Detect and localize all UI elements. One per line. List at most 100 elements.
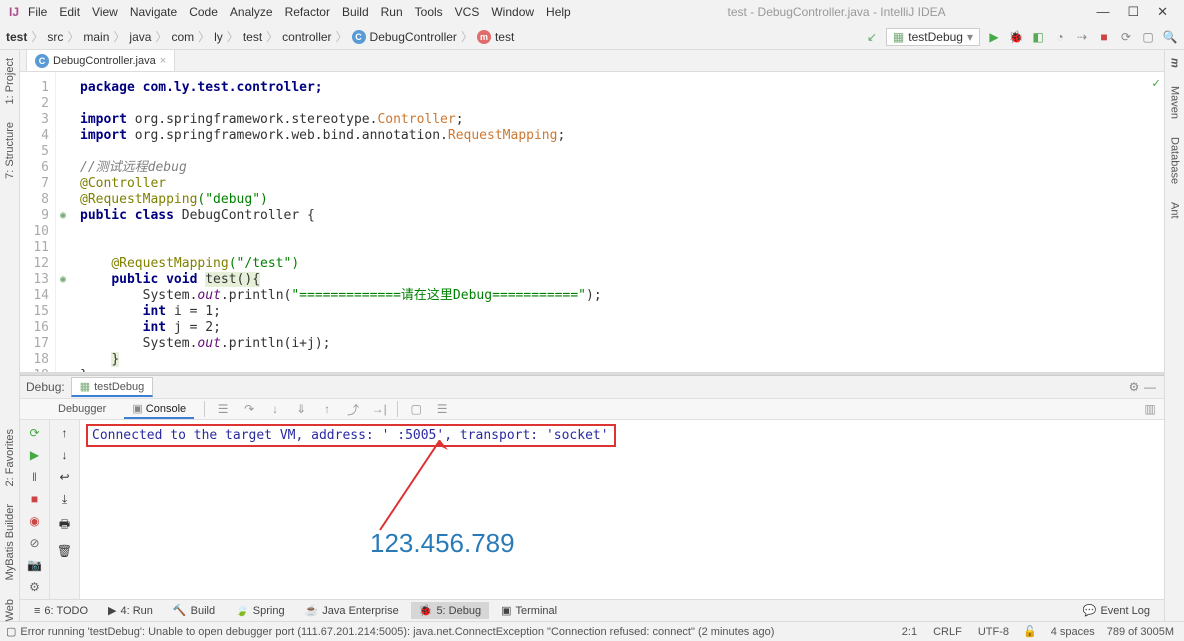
down-icon[interactable]: ↓ bbox=[62, 448, 68, 462]
navigation-bar: test〉 src〉 main〉 java〉 com〉 ly〉 test〉 co… bbox=[0, 24, 1184, 50]
close-tab-icon[interactable]: × bbox=[160, 55, 166, 67]
tool-web[interactable]: Web bbox=[4, 599, 16, 621]
menu-window[interactable]: Window bbox=[485, 3, 540, 21]
menu-run[interactable]: Run bbox=[375, 3, 409, 21]
console-output[interactable]: Connected to the target VM, address: ' :… bbox=[80, 420, 1164, 599]
menu-code[interactable]: Code bbox=[183, 3, 224, 21]
menu-navigate[interactable]: Navigate bbox=[124, 3, 183, 21]
caret-position[interactable]: 2:1 bbox=[902, 626, 917, 638]
rerun-icon[interactable]: ⟳ bbox=[27, 426, 43, 440]
run-gutter-icon[interactable]: ◉ bbox=[56, 208, 70, 224]
tool-terminal[interactable]: ▣ Terminal bbox=[493, 602, 565, 619]
gutter[interactable]: ◉ ◉ bbox=[56, 72, 70, 372]
run-gutter-icon[interactable]: ◉ bbox=[56, 272, 70, 288]
profile-button[interactable]: ◔ bbox=[1052, 29, 1068, 45]
run-config-selector[interactable]: ▦ testDebug ▾ bbox=[886, 28, 980, 46]
evaluate-icon[interactable]: ▢ bbox=[408, 402, 424, 416]
menu-refactor[interactable]: Refactor bbox=[279, 3, 336, 21]
step-into-icon[interactable]: ↓ bbox=[267, 402, 283, 416]
tool-project[interactable]: 1: Project bbox=[4, 58, 16, 104]
soft-wrap-icon[interactable]: ↩ bbox=[59, 470, 69, 484]
run-to-cursor-icon[interactable]: →| bbox=[371, 402, 387, 416]
code[interactable]: package com.ly.test.controller; import o… bbox=[70, 72, 1164, 372]
print-icon[interactable]: 🖶 bbox=[59, 515, 70, 536]
status-message: Error running 'testDebug': Unable to ope… bbox=[20, 626, 774, 638]
menu-vcs[interactable]: VCS bbox=[449, 3, 486, 21]
dump-icon[interactable]: 📷 bbox=[27, 558, 43, 572]
mute-bp-icon[interactable]: ⊘ bbox=[27, 536, 43, 550]
menu-edit[interactable]: Edit bbox=[53, 3, 86, 21]
tool-jee[interactable]: ☕ Java Enterprise bbox=[297, 602, 407, 619]
tool-todo[interactable]: ≡ 6: TODO bbox=[26, 603, 96, 619]
menu-analyze[interactable]: Analyze bbox=[224, 3, 279, 21]
tool-database[interactable]: Database bbox=[1169, 137, 1181, 184]
annotation-text: 123.456.789 bbox=[370, 528, 515, 559]
tool-mybatis[interactable]: MyBatis Builder bbox=[4, 504, 16, 580]
encoding[interactable]: UTF-8 bbox=[978, 626, 1009, 638]
debug-button[interactable]: 🐞 bbox=[1008, 29, 1024, 45]
step-out-icon[interactable]: ↑ bbox=[319, 402, 335, 416]
line-numbers: 12345678910111213141516171819 bbox=[20, 72, 56, 372]
breadcrumb[interactable]: test〉 src〉 main〉 java〉 com〉 ly〉 test〉 co… bbox=[6, 28, 864, 45]
structure-popup-button[interactable]: ▢ bbox=[1140, 29, 1156, 45]
line-sep[interactable]: CRLF bbox=[933, 626, 962, 638]
tool-structure[interactable]: 7: Structure bbox=[4, 122, 16, 179]
right-tool-stripe: m Maven Database Ant bbox=[1164, 50, 1184, 621]
close-button[interactable]: ✕ bbox=[1157, 4, 1168, 20]
tool-favorites[interactable]: 2: Favorites bbox=[4, 429, 16, 486]
tool-ant[interactable]: Ant bbox=[1169, 202, 1181, 219]
scroll-end-icon[interactable]: ⤓ bbox=[62, 492, 67, 507]
tool-spring[interactable]: 🍃 Spring bbox=[227, 602, 293, 619]
console-tab[interactable]: ▣ Console bbox=[124, 400, 194, 419]
highlighted-output: Connected to the target VM, address: ' :… bbox=[86, 424, 616, 447]
search-everywhere-button[interactable]: 🔍 bbox=[1162, 29, 1178, 45]
tool-run[interactable]: ▶ 4: Run bbox=[100, 602, 161, 619]
menu-view[interactable]: View bbox=[86, 3, 124, 21]
readonly-icon[interactable]: 🔓 bbox=[1023, 625, 1037, 638]
trace-icon[interactable]: ☰ bbox=[434, 402, 450, 416]
arrow-annotation bbox=[360, 440, 480, 540]
editor-tab-debugcontroller[interactable]: C DebugController.java × bbox=[26, 49, 175, 71]
pause-icon[interactable]: ‖ bbox=[27, 470, 43, 484]
menu-file[interactable]: File bbox=[22, 3, 53, 21]
build-icon[interactable]: ↙ bbox=[864, 29, 880, 45]
hide-icon[interactable]: — bbox=[1142, 379, 1158, 395]
menu-bar: IJ File Edit View Navigate Code Analyze … bbox=[0, 0, 1184, 24]
editor-tabs: C DebugController.java × bbox=[20, 50, 1164, 72]
tool-maven-label[interactable]: Maven bbox=[1169, 86, 1181, 119]
step-over-icon[interactable]: ↷ bbox=[241, 402, 257, 416]
tool-eventlog[interactable]: 💬 Event Log bbox=[1075, 602, 1158, 619]
coverage-button[interactable]: ◧ bbox=[1030, 29, 1046, 45]
minimize-button[interactable]: — bbox=[1096, 4, 1109, 20]
menu-build[interactable]: Build bbox=[336, 3, 375, 21]
indent[interactable]: 4 spaces bbox=[1051, 626, 1095, 638]
update-button[interactable]: ⟳ bbox=[1118, 29, 1134, 45]
stop-icon[interactable]: ■ bbox=[27, 492, 43, 506]
layout-icon[interactable]: ▥ bbox=[1142, 402, 1158, 416]
menu-tools[interactable]: Tools bbox=[409, 3, 449, 21]
settings-icon[interactable]: ⚙ bbox=[1126, 379, 1142, 395]
tool-maven[interactable]: m bbox=[1169, 58, 1181, 68]
maximize-button[interactable]: ☐ bbox=[1127, 4, 1139, 20]
drop-frame-icon[interactable]: ⤴ bbox=[345, 401, 361, 418]
menu-help[interactable]: Help bbox=[540, 3, 577, 21]
editor[interactable]: ✓ 12345678910111213141516171819 ◉ ◉ pack… bbox=[20, 72, 1164, 372]
resume-icon[interactable]: ▶ bbox=[27, 448, 43, 462]
tool-debug[interactable]: 🐞 5: Debug bbox=[411, 602, 489, 619]
attach-button[interactable]: ⇢ bbox=[1074, 29, 1090, 45]
run-button[interactable]: ▶ bbox=[986, 29, 1002, 45]
debug-toolbar-left: ⟳ ▶ ‖ ■ ◉ ⊘ 📷 ⚙ 📌 bbox=[20, 420, 50, 599]
stop-button[interactable]: ■ bbox=[1096, 29, 1112, 45]
up-icon[interactable]: ↑ bbox=[62, 426, 68, 440]
view-bp-icon[interactable]: ◉ bbox=[27, 514, 43, 528]
settings-icon[interactable]: ⚙ bbox=[27, 580, 43, 594]
debug-session-tab[interactable]: ▦ testDebug bbox=[71, 377, 154, 397]
debugger-tab[interactable]: Debugger bbox=[50, 401, 114, 417]
tool-build[interactable]: 🔨 Build bbox=[165, 602, 223, 619]
status-box-icon[interactable]: ▢ bbox=[6, 625, 16, 638]
clear-icon[interactable]: 🗑 bbox=[57, 544, 72, 558]
force-step-into-icon[interactable]: ⇓ bbox=[293, 402, 309, 416]
console-toolbar: ↑ ↓ ↩ ⤓ 🖶 🗑 bbox=[50, 420, 80, 599]
threads-icon[interactable]: ☰ bbox=[215, 402, 231, 416]
memory[interactable]: 789 of 3005M bbox=[1107, 626, 1174, 638]
